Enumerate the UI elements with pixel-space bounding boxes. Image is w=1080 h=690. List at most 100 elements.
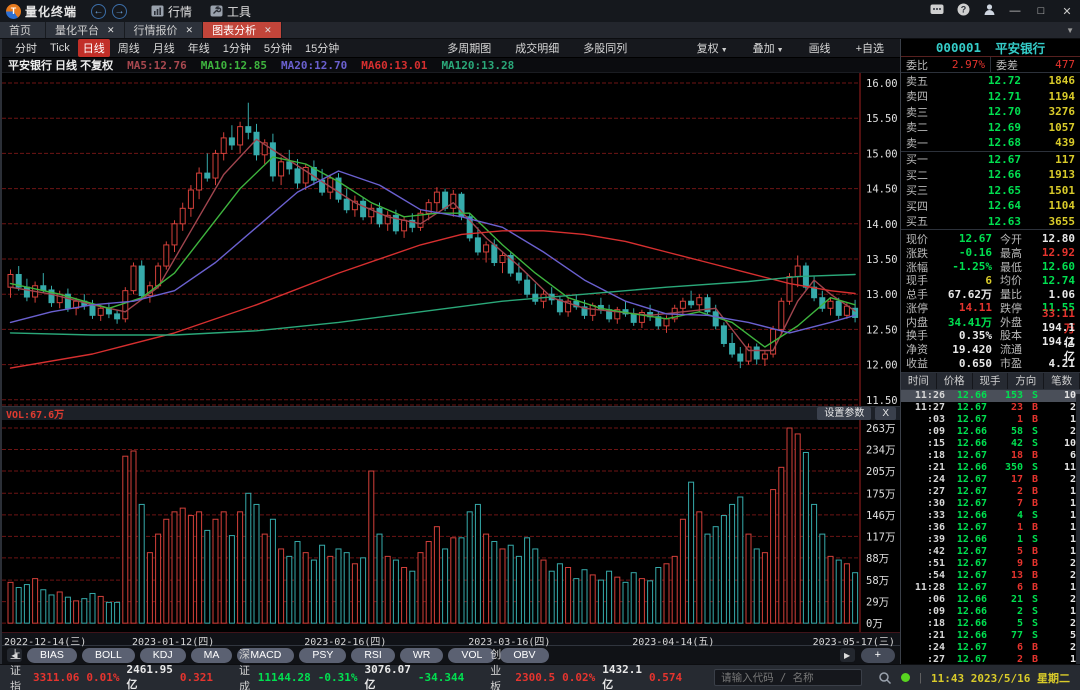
period-分时[interactable]: 分时	[10, 39, 42, 57]
date-tick: 2023-02-16(四)	[304, 633, 386, 648]
back-button[interactable]: ←	[91, 4, 106, 19]
stock-header[interactable]: 000001 平安银行	[901, 39, 1080, 57]
period-1分钟[interactable]: 1分钟	[218, 39, 256, 57]
tick-row: :0612.6621S2	[901, 594, 1080, 606]
period-月线[interactable]: 月线	[148, 39, 180, 57]
tick-col-方向[interactable]: 方向	[1008, 373, 1044, 389]
order-book-row-ask: 卖五12.721846	[901, 73, 1080, 89]
toolbar-画线[interactable]: 画线	[804, 39, 836, 57]
order-book-row-bid: 买四12.641104	[901, 198, 1080, 214]
tick-volume: 1	[987, 534, 1023, 545]
menu-tools[interactable]: 工具	[210, 3, 251, 20]
toolbar-+自选[interactable]: +自选	[851, 39, 889, 57]
close-button[interactable]: ✕	[1060, 5, 1074, 18]
indicator-settings-button[interactable]: 设置参数	[817, 407, 871, 420]
tab-overflow-icon[interactable]: ▼	[1066, 22, 1080, 38]
tab-量化平台[interactable]: 量化平台✕	[46, 22, 125, 38]
level-volume: 117	[1021, 153, 1075, 166]
tab-图表分析[interactable]: 图表分析✕	[203, 22, 282, 38]
tick-count: 10	[1047, 438, 1076, 449]
tick-col-时间[interactable]: 时间	[901, 373, 937, 389]
level-label: 卖四	[906, 88, 940, 104]
window-controls: ? — □ ✕	[930, 3, 1074, 19]
index-深证成指: 深证成指11144.28-0.31%3076.07亿-34.344	[239, 646, 464, 690]
index-change: 0.574	[649, 671, 682, 684]
tick-time: :09	[905, 606, 945, 617]
svg-text:15.50: 15.50	[866, 113, 898, 125]
tick-time: :51	[905, 558, 945, 569]
tick-volume: 2	[987, 654, 1023, 664]
period-Tick[interactable]: Tick	[45, 41, 75, 55]
user-icon[interactable]	[982, 3, 996, 19]
date-axis: 2022-12-14(三)2023-01-12(四)2023-02-16(四)2…	[2, 632, 900, 645]
order-book-row-bid: 买一12.67117	[901, 152, 1080, 168]
period-15分钟[interactable]: 15分钟	[300, 39, 344, 57]
search-input[interactable]	[714, 669, 862, 686]
svg-text:29万: 29万	[866, 597, 889, 609]
chart-column: 分时Tick日线周线月线年线1分钟5分钟15分钟 多周期图成交明细多股同列 复权…	[0, 39, 901, 664]
level-label: 买三	[906, 182, 940, 198]
svg-text:13.00: 13.00	[866, 289, 898, 301]
feedback-icon[interactable]	[930, 4, 944, 19]
toolbar-多周期图[interactable]: 多周期图	[442, 39, 496, 57]
quote-label: 市盈	[1000, 355, 1034, 371]
tick-col-价格[interactable]: 价格	[937, 373, 973, 389]
ma-label: MA20:12.70	[281, 59, 347, 72]
tick-col-现手[interactable]: 现手	[973, 373, 1009, 389]
period-5分钟[interactable]: 5分钟	[259, 39, 297, 57]
ma-label: MA120:13.28	[441, 59, 514, 72]
ma-label: MA10:12.85	[201, 59, 267, 72]
index-pct: 0.02%	[562, 671, 595, 684]
quote-value: 14.11	[940, 301, 992, 314]
quote-value: 0.650	[940, 357, 992, 370]
tab-行情报价[interactable]: 行情报价✕	[125, 22, 204, 38]
quote-label: 收益	[906, 355, 940, 371]
volume-chart[interactable]: 263万234万205万175万146万117万88万58万29万0万	[2, 420, 900, 632]
svg-text:234万: 234万	[866, 445, 895, 457]
tick-time: :27	[905, 654, 945, 664]
period-年线[interactable]: 年线	[183, 39, 215, 57]
tick-row: :0912.662S1	[901, 606, 1080, 618]
price-chart[interactable]: 16.0015.5015.0014.5014.0013.5013.0012.50…	[2, 73, 900, 406]
indicator-scroll-right-icon[interactable]: ▶	[840, 648, 855, 662]
tick-direction: S	[1023, 594, 1047, 605]
help-icon[interactable]: ?	[956, 3, 970, 19]
maximize-button[interactable]: □	[1034, 5, 1048, 17]
tick-row: :2112.66350S11	[901, 462, 1080, 474]
tick-time: :27	[905, 486, 945, 497]
period-周线[interactable]: 周线	[113, 39, 145, 57]
tick-list[interactable]: 11:2612.66153S1011:2712.6723B2:0312.671B…	[901, 390, 1080, 664]
tab-close-icon[interactable]: ✕	[264, 25, 272, 36]
tick-time: :42	[905, 546, 945, 557]
tick-direction: S	[1023, 390, 1047, 401]
tick-count: 2	[1047, 558, 1076, 569]
tick-price: 12.67	[945, 474, 987, 485]
tick-col-笔数[interactable]: 笔数	[1044, 373, 1080, 389]
indicator-close-button[interactable]: X	[875, 407, 896, 420]
tick-direction: B	[1023, 546, 1047, 557]
tick-scrollbar[interactable]	[1076, 394, 1080, 664]
period-日线[interactable]: 日线	[78, 39, 110, 57]
tick-price: 12.67	[945, 450, 987, 461]
tick-count: 2	[1047, 642, 1076, 653]
toolbar-成交明细[interactable]: 成交明细	[510, 39, 564, 57]
forward-button[interactable]: →	[112, 4, 127, 19]
tick-time: :03	[905, 414, 945, 425]
minimize-button[interactable]: —	[1008, 5, 1022, 17]
tick-row: :3912.661S1	[901, 534, 1080, 546]
tab-首页[interactable]: 首页	[0, 22, 46, 38]
menu-quotes[interactable]: 行情	[151, 3, 192, 20]
tab-close-icon[interactable]: ✕	[107, 25, 115, 36]
tab-close-icon[interactable]: ✕	[186, 25, 194, 36]
search-icon[interactable]	[878, 671, 892, 685]
toolbar-叠加[interactable]: 叠加▼	[748, 39, 789, 57]
add-indicator-button[interactable]: +	[861, 648, 895, 663]
tick-volume: 13	[987, 570, 1023, 581]
toolbar-复权[interactable]: 复权▼	[692, 39, 733, 57]
tick-row: :3612.671B1	[901, 522, 1080, 534]
tick-price: 12.67	[945, 498, 987, 509]
toolbar-多股同列[interactable]: 多股同列	[578, 39, 632, 57]
index-amount: 3076.07亿	[365, 663, 411, 690]
tick-count: 1	[1047, 498, 1076, 509]
tick-price: 12.67	[945, 642, 987, 653]
